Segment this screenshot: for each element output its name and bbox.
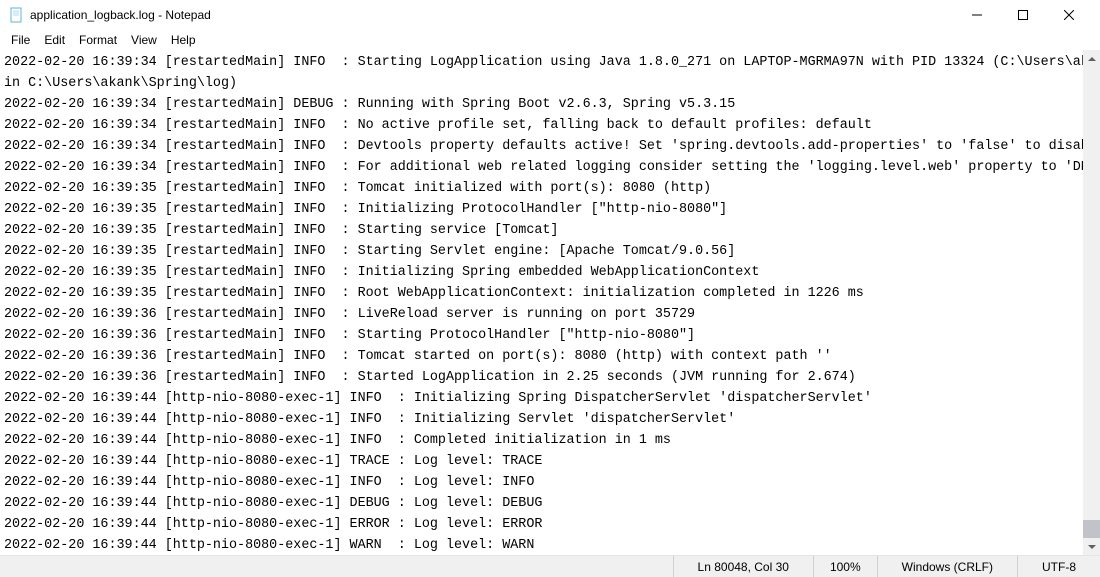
scroll-down-arrow[interactable] <box>1083 538 1100 555</box>
maximize-button[interactable] <box>1000 0 1046 30</box>
menu-file[interactable]: File <box>4 31 37 49</box>
menu-format[interactable]: Format <box>72 31 124 49</box>
text-area[interactable]: 2022-02-20 16:39:34 [restartedMain] INFO… <box>0 50 1083 555</box>
status-position: Ln 80048, Col 30 <box>673 556 813 577</box>
notepad-icon <box>8 7 24 23</box>
titlebar: application_logback.log - Notepad <box>0 0 1100 30</box>
menu-edit[interactable]: Edit <box>37 31 72 49</box>
menu-view[interactable]: View <box>124 31 164 49</box>
status-zoom: 100% <box>813 556 877 577</box>
scroll-thumb[interactable] <box>1083 520 1100 538</box>
vertical-scrollbar[interactable] <box>1083 50 1100 555</box>
window-title: application_logback.log - Notepad <box>30 8 954 22</box>
status-line-ending: Windows (CRLF) <box>877 556 1017 577</box>
content-wrapper: 2022-02-20 16:39:34 [restartedMain] INFO… <box>0 50 1100 555</box>
status-encoding: UTF-8 <box>1017 556 1100 577</box>
menu-help[interactable]: Help <box>164 31 203 49</box>
scroll-track[interactable] <box>1083 67 1100 538</box>
menubar: File Edit Format View Help <box>0 30 1100 50</box>
close-button[interactable] <box>1046 0 1092 30</box>
window-controls <box>954 0 1092 30</box>
scroll-up-arrow[interactable] <box>1083 50 1100 67</box>
statusbar: Ln 80048, Col 30 100% Windows (CRLF) UTF… <box>0 555 1100 577</box>
minimize-button[interactable] <box>954 0 1000 30</box>
